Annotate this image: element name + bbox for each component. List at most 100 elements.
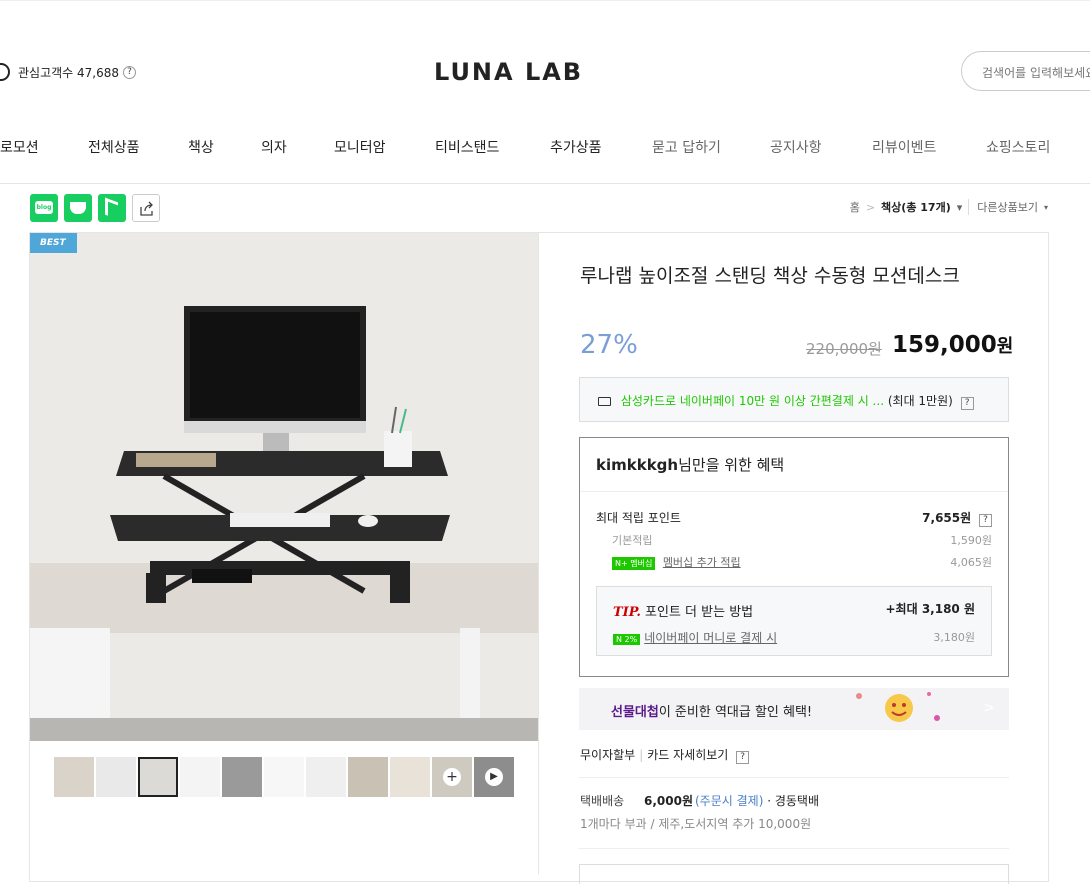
banner-text: 선물대첩이 준비한 역대급 할인 혜택! bbox=[611, 701, 812, 720]
benefits-title-suffix: 님만을 위한 혜택 bbox=[678, 456, 785, 474]
tip-pay-label[interactable]: 네이버페이 머니로 결제 시 bbox=[644, 631, 777, 645]
breadcrumb-home[interactable]: 홈 bbox=[850, 199, 860, 215]
product-thumbnail[interactable] bbox=[54, 757, 94, 797]
site-header: 관심고객수 47,688 ? LUNA LAB 검색어를 입력해보세요 bbox=[0, 40, 1090, 110]
nav-item-review-event[interactable]: 리뷰이벤트 bbox=[872, 137, 936, 157]
nav-item-add-products[interactable]: 추가상품 bbox=[550, 137, 602, 157]
divider bbox=[579, 777, 1009, 778]
more-thumbnails-button[interactable]: + bbox=[432, 757, 472, 797]
share-button[interactable] bbox=[132, 194, 160, 222]
banner-message: 이 준비한 역대급 할인 혜택! bbox=[658, 705, 813, 720]
other-products-link[interactable]: 다른상품보기 bbox=[968, 199, 1038, 215]
search-input[interactable]: 검색어를 입력해보세요 bbox=[961, 51, 1090, 91]
tip-label: TIP. bbox=[613, 605, 641, 620]
sale-price-value: 159,000 bbox=[892, 332, 997, 358]
price-unit: 원 bbox=[996, 336, 1014, 357]
banner-brand: 선물대첩 bbox=[611, 705, 659, 720]
product-thumbnail[interactable] bbox=[264, 757, 304, 797]
installment-row: 무이자할부 | 카드 자세히보기 ? bbox=[580, 746, 750, 764]
section-divider bbox=[538, 233, 539, 874]
heart-icon bbox=[0, 63, 10, 81]
benefits-title: kimkkkgh님만을 위한 혜택 bbox=[596, 454, 784, 475]
shipping-fee: 6,000원 bbox=[644, 794, 693, 808]
tip-text: 포인트 더 받는 방법 bbox=[645, 605, 754, 620]
nav-item-shopping-story[interactable]: 쇼핑스토리 bbox=[986, 137, 1050, 157]
user-id: kimkkkgh bbox=[596, 456, 679, 474]
chevron-right-icon: > bbox=[983, 700, 995, 716]
breadcrumb: 홈 > 책상(총 17개) ▾ 다른상품보기 ▾ bbox=[850, 199, 1048, 215]
event-banner[interactable]: 선물대첩이 준비한 역대급 할인 혜택! > bbox=[579, 688, 1009, 730]
card-promo-highlight: 삼성카드로 네이버페이 10만 원 이상 간편결제 시 ... bbox=[620, 394, 885, 408]
shipping-label: 택배배송 bbox=[580, 794, 625, 808]
separator: | bbox=[639, 748, 644, 762]
help-icon[interactable]: ? bbox=[123, 65, 137, 79]
tip-pay-value: 3,180원 bbox=[933, 631, 975, 644]
top-border bbox=[0, 0, 1090, 3]
membership-points-row[interactable]: N+ 멤버십 멤버십 추가 적립 4,065원 bbox=[596, 554, 992, 570]
membership-points-value: 4,065원 bbox=[950, 556, 992, 569]
product-thumbnail[interactable] bbox=[180, 757, 220, 797]
chevron-down-icon[interactable]: ▾ bbox=[957, 201, 963, 214]
shipping-row: 택배배송 6,000원 (주문시 결제) · 경동택배 bbox=[580, 792, 819, 809]
tip-pay-row[interactable]: N 2% 네이버페이 머니로 결제 시 bbox=[613, 629, 777, 646]
keep-share-button[interactable] bbox=[98, 194, 126, 222]
nav-item-all-products[interactable]: 전체상품 bbox=[88, 137, 140, 157]
credit-card-icon bbox=[598, 397, 611, 406]
standing-desk-photo bbox=[30, 233, 538, 741]
best-badge: BEST bbox=[30, 233, 77, 253]
option-select[interactable] bbox=[579, 864, 1009, 884]
help-icon[interactable]: ? bbox=[960, 397, 974, 410]
npay-money-badge: N 2% bbox=[613, 634, 641, 645]
benefits-box: kimkkkgh님만을 위한 혜택 최대 적립 포인트 7,655원 ? 기본적… bbox=[579, 437, 1009, 677]
site-logo[interactable]: LUNA LAB bbox=[434, 58, 583, 86]
tip-heading: TIP. 포인트 더 받는 방법 bbox=[613, 601, 753, 620]
help-icon[interactable]: ? bbox=[736, 751, 750, 764]
blog-share-button[interactable]: blog bbox=[30, 194, 58, 222]
help-icon[interactable]: ? bbox=[979, 514, 992, 527]
discount-rate: 27% bbox=[580, 330, 638, 360]
nav-item-tv-stand[interactable]: 티비스탠드 bbox=[435, 137, 499, 157]
visitor-count[interactable]: 관심고객수 47,688 ? bbox=[0, 63, 137, 81]
max-points-value: 7,655원 ? bbox=[922, 509, 992, 527]
nav-item-monitor-arm[interactable]: 모니터암 bbox=[334, 137, 386, 157]
nav-item-notice[interactable]: 공지사항 bbox=[770, 137, 822, 157]
product-thumbnail[interactable] bbox=[222, 757, 262, 797]
product-thumbnail[interactable] bbox=[96, 757, 136, 797]
party-emoji-icon bbox=[856, 692, 940, 722]
product-thumbnail-selected[interactable] bbox=[138, 757, 178, 797]
divider bbox=[579, 848, 1009, 849]
video-thumbnail[interactable]: ▶ bbox=[474, 757, 514, 797]
nav-divider bbox=[0, 183, 1090, 184]
product-title: 루나랩 높이조절 스탠딩 책상 수동형 모션데스크 bbox=[580, 265, 960, 287]
basic-points-row: 기본적립 1,590원 bbox=[596, 532, 992, 548]
card-promo-box[interactable]: 삼성카드로 네이버페이 10만 원 이상 간편결제 시 ... (최대 1만원)… bbox=[579, 377, 1009, 422]
shipping-pay-method: (주문시 결제) bbox=[695, 794, 764, 808]
card-promo-tail: (최대 1만원) bbox=[887, 394, 953, 408]
card-details-link[interactable]: 카드 자세히보기 bbox=[647, 748, 728, 762]
benefits-divider bbox=[580, 491, 1008, 492]
max-points-amount: 7,655원 bbox=[922, 511, 972, 525]
product-thumbnail[interactable] bbox=[306, 757, 346, 797]
nav-item-qna[interactable]: 묻고 답하기 bbox=[652, 137, 721, 157]
membership-badge: N+ 멤버십 bbox=[612, 557, 656, 570]
breadcrumb-category[interactable]: 책상(총 17개) bbox=[881, 199, 951, 215]
original-price: 220,000원 bbox=[806, 340, 882, 358]
max-points-label: 최대 적립 포인트 bbox=[596, 511, 681, 525]
nav-item-promotion[interactable]: 로모션 bbox=[0, 137, 39, 157]
membership-label[interactable]: 멤버십 추가 적립 bbox=[663, 556, 741, 569]
share-icon bbox=[140, 201, 153, 216]
chevron-down-icon: ▾ bbox=[1043, 202, 1048, 212]
play-icon: ▶ bbox=[485, 768, 503, 786]
keep-icon bbox=[105, 197, 118, 220]
cafe-share-button[interactable] bbox=[64, 194, 92, 222]
plus-icon: + bbox=[443, 768, 461, 786]
visitor-count-label: 관심고객수 47,688 bbox=[18, 65, 120, 80]
nav-item-desk[interactable]: 책상 bbox=[188, 137, 214, 157]
installment-label[interactable]: 무이자할부 bbox=[580, 748, 635, 762]
product-thumbnail[interactable] bbox=[390, 757, 430, 797]
main-nav: 로모션 전체상품 책상 의자 모니터암 티비스탠드 추가상품 묻고 답하기 공지… bbox=[0, 127, 1090, 167]
tip-max-points: +최대 3,180 원 bbox=[885, 602, 976, 616]
product-thumbnail[interactable] bbox=[348, 757, 388, 797]
nav-item-chair[interactable]: 의자 bbox=[261, 137, 287, 157]
product-main-image[interactable] bbox=[30, 233, 538, 741]
